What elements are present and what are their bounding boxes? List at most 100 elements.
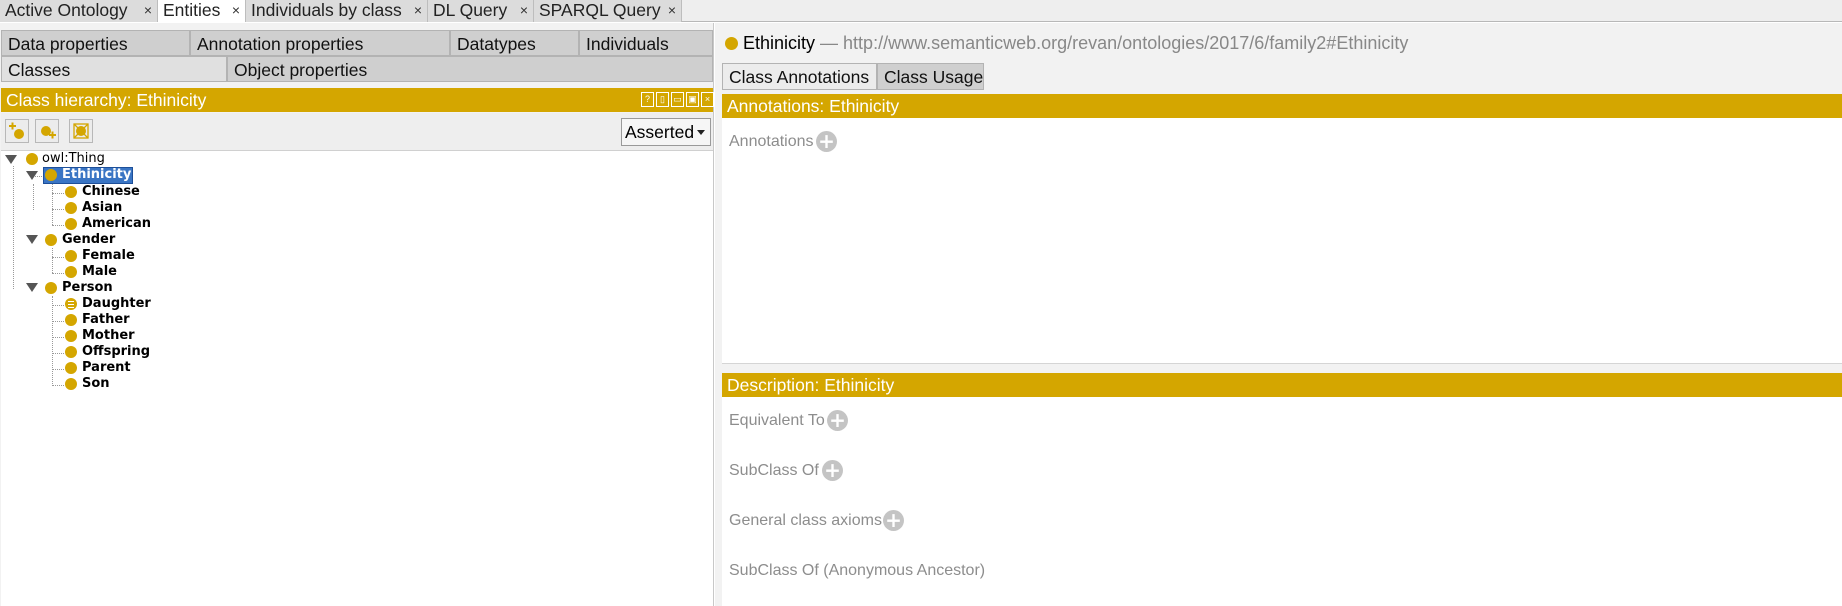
maximize-icon[interactable]: ▣ bbox=[686, 92, 699, 107]
tree-connector bbox=[52, 305, 64, 306]
panel-title: Class hierarchy: Ethinicity bbox=[6, 90, 207, 110]
tab-label: Classes bbox=[8, 60, 71, 80]
tree-item-asian[interactable]: Asian bbox=[82, 200, 122, 216]
subclass-of-anonymous-ancestor-label: SubClass Of (Anonymous Ancestor) bbox=[729, 562, 986, 579]
tree-item-gender[interactable]: Gender bbox=[62, 232, 115, 248]
entity-iri: — http://www.semanticweb.org/revan/ontol… bbox=[820, 33, 1409, 53]
class-hierarchy-header: Class hierarchy: Ethinicity bbox=[1, 88, 713, 112]
add-subclass-icon bbox=[9, 122, 24, 139]
class-dot-icon bbox=[65, 202, 77, 214]
tree-connector bbox=[52, 184, 53, 225]
tab-class-usage[interactable]: Class Usage bbox=[877, 63, 984, 90]
hierarchy-mode-select[interactable]: Asserted bbox=[621, 118, 711, 146]
help-icon[interactable]: ? bbox=[641, 92, 654, 107]
entity-name: Ethinicity bbox=[743, 33, 816, 53]
class-dot-icon bbox=[65, 250, 77, 262]
tab-class-annotations[interactable]: Class Annotations bbox=[722, 63, 877, 90]
tree-connector bbox=[52, 321, 64, 322]
annotations-header: Annotations: Ethinicity bbox=[722, 94, 1842, 118]
close-icon[interactable]: × bbox=[520, 0, 528, 21]
class-dot-icon bbox=[65, 378, 77, 390]
tree-item-father[interactable]: Father bbox=[82, 312, 130, 328]
delete-class-button[interactable] bbox=[69, 119, 93, 143]
class-dot-icon bbox=[725, 37, 738, 50]
tree-item-offspring[interactable]: Offspring bbox=[82, 344, 150, 360]
tree-connector bbox=[52, 385, 64, 386]
add-general-class-axiom-button[interactable]: + bbox=[883, 510, 904, 531]
close-icon[interactable]: × bbox=[232, 0, 240, 21]
tab-annotation-properties[interactable]: Annotation properties bbox=[190, 30, 450, 56]
class-dot-icon bbox=[65, 218, 77, 230]
class-dot-icon bbox=[65, 330, 77, 342]
tree-connector bbox=[52, 369, 64, 370]
class-dot-icon bbox=[45, 282, 57, 294]
tab-datatypes[interactable]: Datatypes bbox=[450, 30, 579, 56]
defined-class-icon bbox=[65, 298, 77, 310]
tab-label: Class Usage bbox=[884, 67, 984, 87]
delete-class-icon bbox=[73, 123, 89, 139]
description-header: Description: Ethinicity bbox=[722, 373, 1842, 397]
add-sibling-button[interactable] bbox=[35, 119, 59, 143]
tree-item-male[interactable]: Male bbox=[82, 264, 117, 280]
tree-item-ethinicity[interactable]: Ethinicity bbox=[62, 167, 131, 183]
tab-label: Entities bbox=[163, 0, 221, 20]
subclass-of-label: SubClass Of bbox=[729, 462, 819, 479]
tree-item-son[interactable]: Son bbox=[82, 376, 110, 392]
expand-toggle-icon[interactable] bbox=[5, 155, 17, 164]
tab-entities[interactable]: Entities × bbox=[158, 0, 246, 22]
expand-toggle-icon[interactable] bbox=[26, 171, 38, 180]
class-dot-icon bbox=[26, 153, 38, 165]
tab-dl-query[interactable]: DL Query × bbox=[428, 0, 534, 22]
tree-item-american[interactable]: American bbox=[82, 216, 151, 232]
annotations-label: Annotations bbox=[729, 133, 814, 150]
tab-label: Individuals bbox=[586, 34, 669, 54]
tree-connector bbox=[52, 337, 64, 338]
add-subclass-button[interactable] bbox=[5, 119, 29, 143]
add-annotation-button[interactable]: + bbox=[816, 131, 837, 152]
top-tab-bar: Active Ontology × Entities × Individuals… bbox=[0, 0, 1842, 22]
class-dot-icon bbox=[65, 266, 77, 278]
tab-active-ontology[interactable]: Active Ontology × bbox=[0, 0, 158, 22]
expand-toggle-icon[interactable] bbox=[26, 235, 38, 244]
close-icon[interactable]: × bbox=[668, 0, 676, 21]
tab-label: Active Ontology bbox=[5, 0, 128, 20]
expand-toggle-icon[interactable] bbox=[26, 283, 38, 292]
tab-label: Data properties bbox=[8, 34, 128, 54]
chevron-down-icon bbox=[697, 130, 705, 135]
tree-item-person[interactable]: Person bbox=[62, 280, 113, 296]
add-equivalent-to-button[interactable]: + bbox=[827, 410, 848, 431]
tree-connector bbox=[52, 273, 64, 274]
tree-item-female[interactable]: Female bbox=[82, 248, 135, 264]
tree-connector bbox=[52, 209, 64, 210]
hierarchy-toolbar bbox=[1, 113, 713, 150]
tab-label: SPARQL Query bbox=[539, 0, 661, 20]
tree-item-owl-thing[interactable]: owl:Thing bbox=[42, 151, 105, 167]
tree-item-daughter[interactable]: Daughter bbox=[82, 296, 151, 312]
tab-classes[interactable]: Classes bbox=[1, 56, 227, 82]
close-icon[interactable]: × bbox=[414, 0, 422, 21]
tab-individuals[interactable]: Individuals bbox=[579, 30, 713, 56]
tree-connector bbox=[13, 166, 14, 289]
close-icon[interactable]: × bbox=[144, 0, 152, 21]
tab-label: Class Annotations bbox=[729, 67, 870, 87]
tab-object-properties[interactable]: Object properties bbox=[227, 56, 713, 82]
split-icon[interactable]: ▯ bbox=[656, 92, 669, 107]
close-view-icon[interactable]: × bbox=[701, 92, 714, 107]
tab-individuals-by-class[interactable]: Individuals by class × bbox=[246, 0, 428, 22]
equivalent-to-label: Equivalent To bbox=[729, 412, 825, 429]
panel-title: Description: Ethinicity bbox=[727, 375, 895, 395]
entity-title: Ethinicity — http://www.semanticweb.org/… bbox=[743, 33, 1408, 54]
panel-title: Annotations: Ethinicity bbox=[727, 96, 900, 116]
tree-item-chinese[interactable]: Chinese bbox=[82, 184, 140, 200]
add-subclass-of-button[interactable]: + bbox=[822, 460, 843, 481]
tab-sparql-query[interactable]: SPARQL Query × bbox=[534, 0, 682, 22]
tab-data-properties[interactable]: Data properties bbox=[1, 30, 190, 56]
tree-item-mother[interactable]: Mother bbox=[82, 328, 135, 344]
tree-connector bbox=[52, 353, 64, 354]
tree-connector bbox=[52, 225, 64, 226]
tree-connector bbox=[52, 296, 53, 386]
add-sibling-icon bbox=[41, 126, 56, 139]
tree-connector bbox=[52, 257, 64, 258]
tree-item-parent[interactable]: Parent bbox=[82, 360, 131, 376]
minimize-icon[interactable]: ▭ bbox=[671, 92, 684, 107]
